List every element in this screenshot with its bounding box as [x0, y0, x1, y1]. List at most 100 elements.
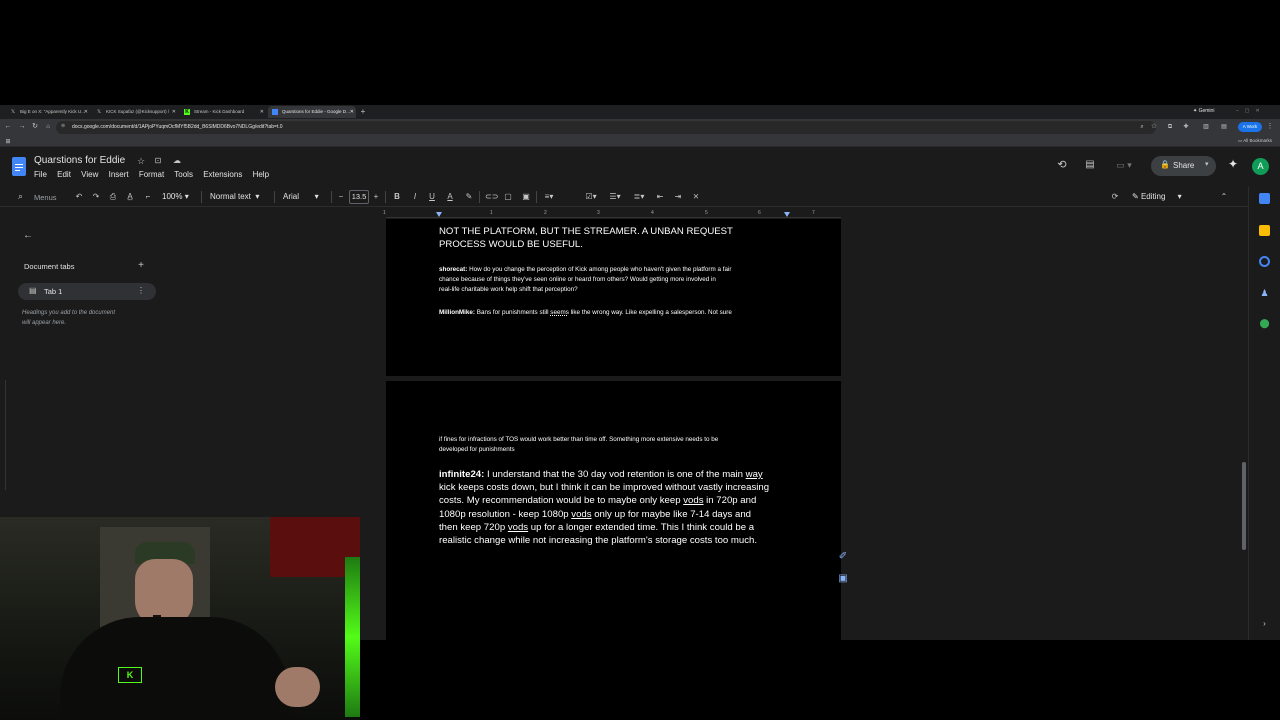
style-select[interactable]: Normal text ▾ [210, 192, 259, 202]
calendar-icon[interactable] [1259, 193, 1270, 204]
apps-grid-icon[interactable]: ⊞ [4, 137, 12, 147]
grammar-flag[interactable]: seems [550, 309, 569, 316]
search-menus[interactable]: ⌕ Menus [12, 190, 64, 204]
left-indent-marker[interactable] [436, 212, 442, 217]
bold-icon[interactable]: B [392, 192, 402, 202]
keep-icon[interactable] [1259, 225, 1270, 236]
clear-formatting-icon[interactable]: ⨯ [691, 192, 701, 202]
add-tab-icon[interactable]: + [136, 261, 146, 271]
paint-format-icon[interactable]: ⌐ [143, 192, 153, 202]
checklist-icon[interactable]: ☑▾ [583, 192, 599, 202]
puzzle-icon[interactable]: ✚ [1182, 122, 1190, 132]
decrease-font-size-icon[interactable]: − [337, 192, 345, 202]
all-bookmarks[interactable]: ▭ All Bookmarks [1238, 138, 1272, 144]
numbered-list-icon[interactable]: ≣▾ [631, 192, 647, 202]
bulleted-list-icon[interactable]: ☰▾ [607, 192, 623, 202]
menu-view[interactable]: View [81, 170, 98, 179]
tasks-icon[interactable] [1259, 256, 1270, 267]
scrollbar-thumb[interactable] [1242, 462, 1246, 550]
menu-tools[interactable]: Tools [174, 170, 193, 179]
reload-icon[interactable]: ↻ [31, 122, 39, 132]
undo-icon[interactable]: ↶ [74, 192, 84, 202]
tab-1-item[interactable]: ▤ Tab 1 ⋮ [18, 283, 156, 300]
forward-icon[interactable]: → [18, 122, 26, 132]
vertical-ruler[interactable] [0, 380, 6, 490]
star-icon[interactable]: ☆ [136, 156, 146, 166]
back-arrow-icon[interactable]: ← [22, 231, 34, 241]
zoom-value: 100% [162, 192, 183, 201]
close-icon[interactable]: ✕ [84, 106, 88, 118]
kebab-menu-icon[interactable]: ⋮ [1266, 122, 1274, 132]
version-history-icon[interactable]: ⟲ [1055, 160, 1069, 171]
cloud-status-icon[interactable]: ☁ [171, 156, 183, 166]
profile-button[interactable]: A Work [1238, 122, 1262, 132]
gemini-button[interactable]: ✦ Gemini [1193, 108, 1214, 114]
zoom-lens-icon[interactable]: ⌕ [1138, 122, 1146, 132]
browser-tab-2[interactable]: 𝕏 KICK Supafaz (@Kicksupport) / ✕ [92, 106, 178, 118]
maps-icon[interactable]: ⬤ [1259, 318, 1270, 328]
close-icon[interactable]: ✕ [350, 106, 354, 118]
editing-mode-select[interactable]: ✎ Editing ▾ [1132, 192, 1182, 202]
spell-flag[interactable]: vods [683, 495, 703, 506]
address-bar[interactable]: ⊜ docs.google.com/document/d/1APjoPYuqmO… [56, 121, 1156, 134]
back-icon[interactable]: ← [4, 122, 12, 132]
spell-flag[interactable]: way [746, 469, 763, 480]
italic-icon[interactable]: I [410, 192, 420, 202]
text-color-icon[interactable]: A [445, 192, 455, 202]
close-icon[interactable]: ✕ [260, 106, 264, 118]
bookmark-star-icon[interactable]: ☆ [1150, 122, 1158, 132]
sidepanel-icon[interactable]: ▥ [1202, 122, 1210, 132]
highlight-icon[interactable]: ✎ [464, 192, 474, 202]
font-size-input[interactable]: 13.5 [349, 190, 369, 204]
tab-options-icon[interactable]: ⋮ [137, 286, 145, 295]
menu-format[interactable]: Format [139, 170, 164, 179]
document-title[interactable]: Quarstions for Eddie [34, 155, 125, 166]
browser-tab-4-active[interactable]: Quarstions for Eddie - Google D… ✕ [268, 106, 356, 118]
comments-icon[interactable]: ▤ [1083, 160, 1097, 170]
menu-help[interactable]: Help [253, 170, 269, 179]
print-icon[interactable]: ⎙ [108, 192, 118, 202]
docs-logo-icon[interactable] [12, 157, 26, 176]
menu-edit[interactable]: Edit [57, 170, 71, 179]
browser-tab-1[interactable]: 𝕏 Big E on X: "Apparently Kick U… ✕ [6, 106, 90, 118]
browser-tab-3[interactable]: K Stream - Kick Dashboard ✕ [180, 106, 266, 118]
spellcheck-icon[interactable]: A̲ [125, 192, 135, 202]
add-comment-icon[interactable]: ▢ [503, 192, 513, 202]
close-icon[interactable]: ✕ [172, 106, 176, 118]
chevron-down-icon[interactable]: ▾ [1205, 160, 1209, 168]
expand-panel-icon[interactable]: › [1259, 619, 1270, 629]
align-icon[interactable]: ≡▾ [541, 192, 557, 202]
move-folder-icon[interactable]: ⊡ [153, 156, 163, 166]
right-indent-marker[interactable] [784, 212, 790, 217]
meet-icon[interactable]: ▭ ▾ [1112, 160, 1136, 170]
spell-flag[interactable]: vods [571, 509, 591, 520]
link-icon[interactable]: ⊂⊃ [485, 192, 498, 202]
redo-icon[interactable]: ↷ [91, 192, 101, 202]
menu-extensions[interactable]: Extensions [203, 170, 242, 179]
font-select[interactable]: Arial ▾ [283, 192, 319, 202]
share-button[interactable]: 🔒 Share ▾ [1151, 156, 1216, 176]
decrease-indent-icon[interactable]: ⇤ [655, 192, 665, 202]
ruler[interactable]: 1 1 2 3 4 5 6 7 [383, 210, 841, 218]
window-controls[interactable]: –▢✕ [1236, 108, 1266, 114]
new-tab-icon[interactable]: + [358, 107, 368, 117]
increase-indent-icon[interactable]: ⇥ [673, 192, 683, 202]
site-info-icon[interactable]: ⊜ [61, 123, 65, 129]
extension-icon[interactable]: ⧉ [1166, 122, 1174, 132]
gemini-help-icon[interactable]: ⟳ [1110, 192, 1120, 202]
image-edit-icon[interactable]: ▣ [837, 574, 849, 584]
avatar[interactable]: A [1252, 158, 1269, 175]
menu-insert[interactable]: Insert [109, 170, 129, 179]
contacts-icon[interactable]: ♟ [1259, 288, 1270, 298]
collapse-toolbar-icon[interactable]: ⌃ [1219, 192, 1229, 202]
magic-edit-icon[interactable]: ✐ [837, 552, 849, 562]
menu-file[interactable]: File [34, 170, 47, 179]
gemini-sparkle-icon[interactable]: ✦ [1226, 158, 1240, 170]
tab-search-icon[interactable]: ▤ [1220, 122, 1228, 132]
increase-font-size-icon[interactable]: + [372, 192, 380, 202]
zoom-select[interactable]: 100% ▾ [162, 192, 189, 202]
spell-flag[interactable]: vods [508, 522, 528, 533]
insert-image-icon[interactable]: ▣ [521, 192, 531, 202]
underline-icon[interactable]: U [427, 192, 437, 202]
home-icon[interactable]: ⌂ [44, 122, 52, 132]
